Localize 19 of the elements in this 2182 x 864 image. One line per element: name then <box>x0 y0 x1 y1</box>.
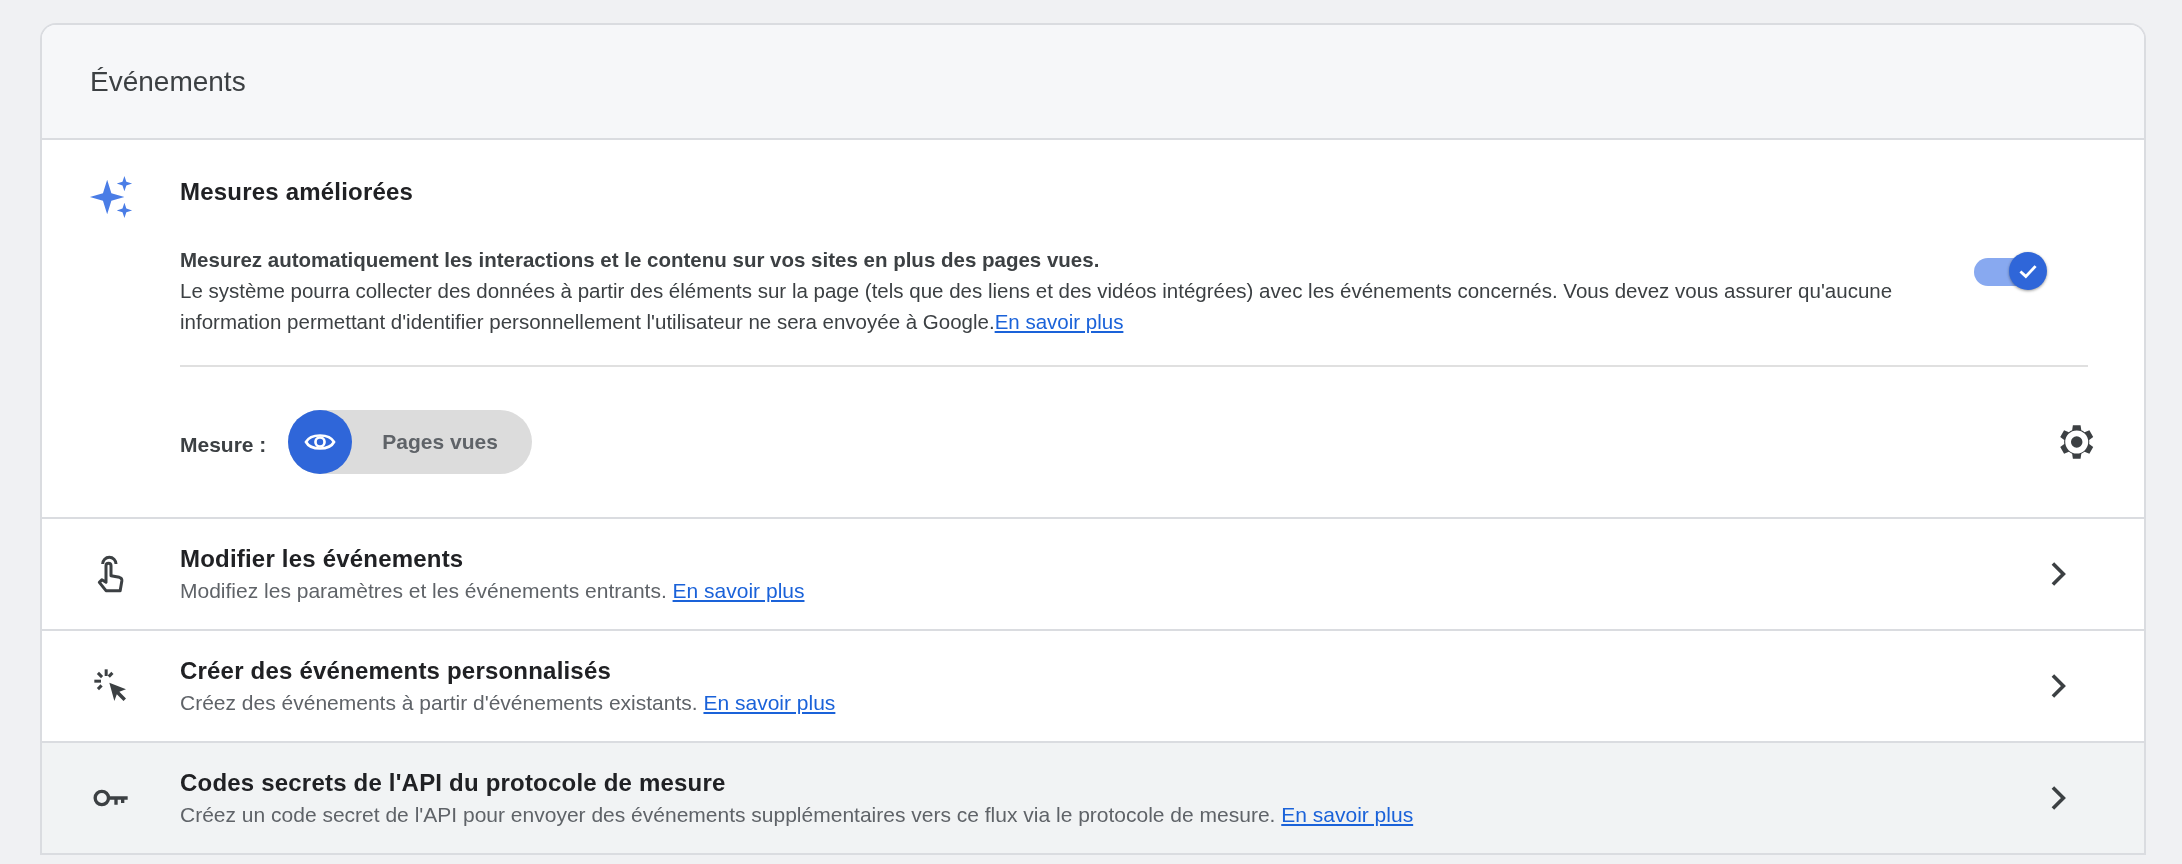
settings-row[interactable]: Modifier les événements Modifiez les paramètres et les événements entrants. En savoir plus <box>42 519 2144 629</box>
learn-more-link[interactable]: En savoir plus <box>994 310 1124 333</box>
row-title: Créer des événements personnalisés <box>180 657 612 685</box>
learn-more-link[interactable]: En savoir plus <box>703 691 836 714</box>
row-title: Modifier les événements <box>180 545 465 573</box>
description-text: Le système pourra collecter des données à partir des éléments sur la page (tels que des liens et des vidéos intégrées) avec les événements concernés. Vous devez vous assurer qu'aucune information permettant d'identifier personnellement l'utilisateur ne sera envoyée à Google.En savoir plus <box>180 278 1894 335</box>
measure-label: Mesure : <box>180 432 267 457</box>
card-title: Événements <box>90 65 246 98</box>
row-description: Créez des événements à partir d'événements existants. En savoir plus <box>180 691 837 715</box>
description-lead: Mesurez automatiquement les interactions et le contenu sur vos sites en plus des pages vues. <box>180 247 1101 273</box>
row-title: Codes secrets de l'API du protocole de mesure <box>180 769 727 797</box>
row-description: Modifiez les paramètres et les événements entrants. En savoir plus <box>180 579 806 603</box>
settings-row[interactable]: Codes secrets de l'API du protocole de mesure Créez un code secret de l'API pour envoyer des événements supplémentaires vers ce flux via le protocole de mesure. En savoir plus <box>42 741 2144 855</box>
row-description: Créez un code secret de l'API pour envoyer des événements supplémentaires vers ce flux via le protocole de mesure. En savoir plus <box>180 803 1415 827</box>
learn-more-link[interactable]: En savoir plus <box>1281 803 1414 826</box>
learn-more-link[interactable]: En savoir plus <box>672 579 805 602</box>
measure-chip[interactable]: Pages vues <box>288 410 532 474</box>
section-title: Mesures améliorées <box>180 178 415 206</box>
toggle-switch[interactable] <box>1972 252 2048 292</box>
